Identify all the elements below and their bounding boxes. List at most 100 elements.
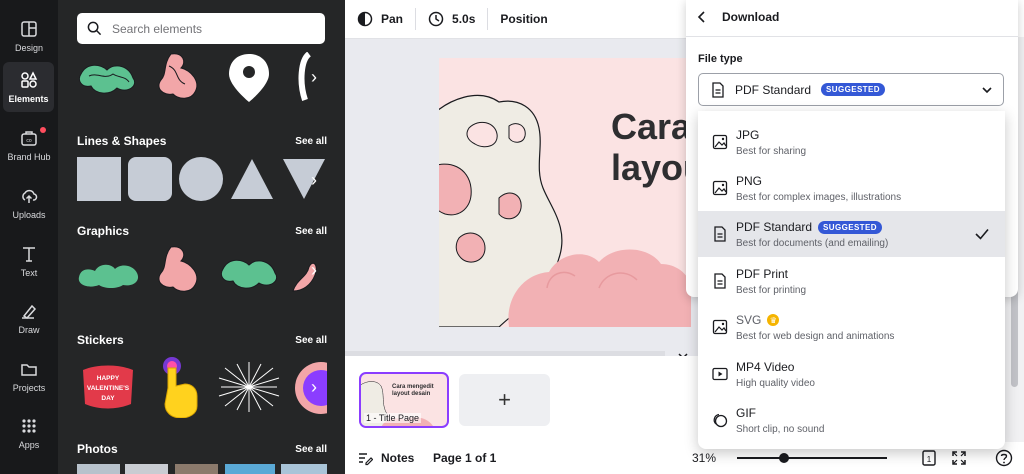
search-box[interactable] [77, 13, 325, 44]
scroll-right-arrow[interactable]: › [301, 60, 327, 94]
option-name: MP4 Video [736, 360, 794, 374]
elements-panel: › Lines & Shapes See all › Graphics See … [58, 0, 345, 474]
option-label: JPG [736, 128, 760, 142]
file-type-option-pdf-standard[interactable]: PDF Standard SUGGESTED Best for documents… [698, 211, 1005, 257]
suggested-badge: SUGGESTED [821, 83, 885, 96]
green-splash-graphic[interactable] [219, 253, 283, 293]
shapes-row: › [77, 155, 327, 205]
svg-text:DAY: DAY [101, 395, 115, 402]
option-name: GIF [736, 406, 756, 420]
rail-item-uploads[interactable]: Uploads [0, 178, 58, 228]
scroll-right-arrow[interactable]: › [301, 253, 327, 287]
rail-label: Design [14, 42, 43, 53]
file-type-option-gif[interactable]: GIF Short clip, no sound [698, 397, 1005, 443]
file-type-option-png[interactable]: PNG Best for complex images, illustratio… [698, 165, 1005, 211]
pan-button[interactable]: Pan [345, 0, 415, 39]
design-page[interactable]: Cara layou [439, 58, 691, 327]
draw-icon [22, 304, 37, 319]
pink-swirl-graphic[interactable] [153, 245, 205, 295]
see-all-link[interactable]: See all [295, 444, 327, 455]
green-cloud-graphic[interactable] [77, 259, 141, 289]
page-thumbnail[interactable]: Cara mengedit layout desain 1 - Title Pa… [359, 372, 449, 428]
file-type-option-pdf-print[interactable]: PDF Print Best for printing [698, 258, 1005, 304]
position-button[interactable]: Position [488, 0, 559, 39]
clock-icon [428, 11, 444, 27]
add-page-button[interactable]: + [459, 374, 550, 426]
graphics-row: › [77, 245, 327, 295]
duration-button[interactable]: 5.0s [416, 0, 487, 39]
graphics-header: Graphics See all [77, 224, 327, 238]
zoom-value[interactable]: 31% [692, 451, 716, 465]
option-label: SVG [736, 313, 762, 327]
rail-item-text[interactable]: Text [0, 236, 58, 286]
pointing-hand-sticker[interactable] [155, 356, 205, 418]
photo-thumb[interactable] [281, 464, 327, 474]
pink-swirl-graphic[interactable] [153, 52, 205, 102]
rail-item-elements[interactable]: Elements [3, 62, 54, 112]
text-icon [23, 246, 35, 262]
rail-label: Text [20, 267, 38, 278]
zoom-slider-track[interactable] [737, 457, 887, 459]
file-type-option-jpg[interactable]: JPG Best for sharing [698, 119, 1005, 165]
option-name: SVG ♛ [736, 313, 780, 327]
photo-thumb[interactable] [125, 464, 168, 474]
rail-item-projects[interactable]: Projects [0, 351, 58, 401]
location-pin-graphic[interactable] [227, 52, 271, 102]
option-desc: Best for sharing [736, 146, 807, 157]
file-type-select[interactable]: PDF Standard SUGGESTED [698, 73, 1004, 106]
brand-hub-icon: co [21, 130, 37, 146]
starburst-sticker[interactable] [217, 362, 281, 412]
plus-icon: + [498, 387, 511, 412]
uploads-icon [22, 189, 38, 203]
search-input[interactable] [112, 21, 312, 36]
photo-thumb[interactable] [77, 464, 120, 474]
green-splash-graphic[interactable] [77, 56, 143, 100]
rail-label: Draw [18, 324, 40, 335]
scroll-right-arrow[interactable]: › [301, 163, 327, 197]
photo-thumb[interactable] [175, 464, 218, 474]
page-count-icon[interactable]: 1 [920, 449, 938, 467]
notification-dot [40, 127, 46, 133]
option-desc: Short clip, no sound [736, 424, 825, 435]
scroll-right-arrow[interactable]: › [301, 370, 327, 404]
download-header: Download [696, 10, 779, 24]
zoom-slider-thumb[interactable] [778, 453, 789, 463]
page-title-text[interactable]: Cara layou [611, 106, 691, 188]
see-all-link[interactable]: See all [295, 335, 327, 346]
photos-header: Photos See all [77, 442, 327, 456]
option-label: MP4 Video [736, 360, 795, 374]
triangle-shape[interactable] [229, 157, 275, 201]
notes-button[interactable]: Notes [357, 450, 414, 466]
rail-item-design[interactable]: Design [0, 11, 58, 61]
rail-item-draw[interactable]: Draw [0, 293, 58, 343]
page-indicator[interactable]: Page 1 of 1 [433, 451, 496, 465]
svg-text:VALENTINE'S: VALENTINE'S [87, 385, 130, 392]
rail-label: Projects [12, 382, 46, 393]
graphics-row-top: › [77, 52, 327, 102]
rounded-square-shape[interactable] [128, 157, 172, 201]
square-shape[interactable] [77, 157, 121, 201]
see-all-link[interactable]: See all [295, 136, 327, 147]
pan-icon [357, 11, 373, 27]
fullscreen-icon[interactable] [950, 449, 968, 467]
help-icon[interactable] [995, 449, 1013, 467]
back-arrow-icon[interactable] [696, 11, 708, 23]
rail-label: Apps [18, 439, 40, 450]
image-icon [712, 134, 728, 150]
option-desc: Best for complex images, illustrations [736, 192, 902, 203]
rail-item-brand-hub[interactable]: co Brand Hub [0, 120, 58, 170]
rail-item-apps[interactable]: Apps [0, 408, 58, 458]
circle-shape[interactable] [179, 157, 223, 201]
option-desc: Best for printing [736, 285, 807, 296]
checkmark-icon [975, 228, 989, 240]
file-type-option-mp4[interactable]: MP4 Video High quality video [698, 351, 1005, 397]
section-title: Graphics [77, 224, 130, 238]
valentines-sticker[interactable]: HAPPY VALENTINE'S DAY [77, 362, 139, 412]
see-all-link[interactable]: See all [295, 226, 327, 237]
section-title: Lines & Shapes [77, 134, 167, 148]
rail-label: Elements [8, 93, 49, 104]
option-name: JPG [736, 128, 759, 142]
file-type-option-svg[interactable]: SVG ♛ Best for web design and animations [698, 304, 1005, 350]
photo-thumb[interactable] [225, 464, 275, 474]
search-icon [87, 21, 102, 36]
